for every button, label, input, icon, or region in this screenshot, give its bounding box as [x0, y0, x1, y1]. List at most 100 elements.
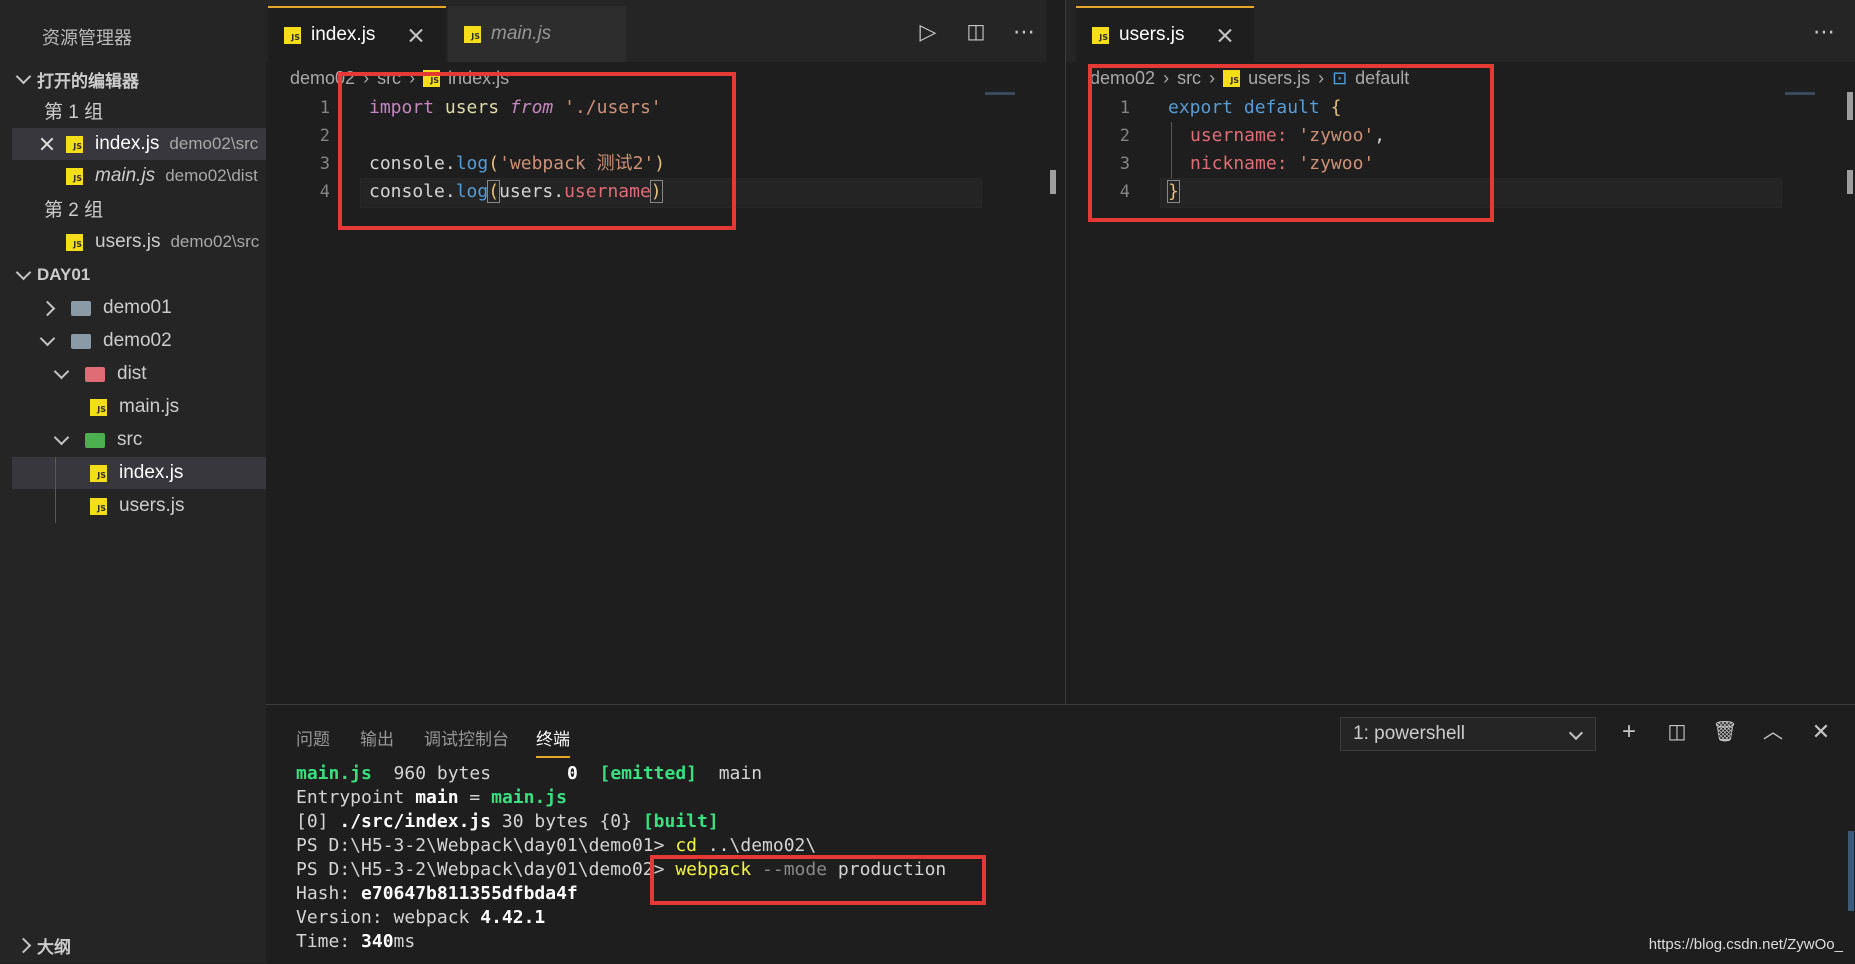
file-name: main.js — [95, 165, 156, 186]
tree-label: demo01 — [103, 297, 172, 318]
tree-item-index-js[interactable]: JS index.js — [12, 457, 266, 489]
tree-label: src — [117, 429, 143, 450]
tree-label: dist — [117, 363, 147, 384]
tree-item-main-js[interactable]: JS main.js — [12, 391, 266, 423]
tab-debug-console[interactable]: 调试控制台 — [424, 725, 509, 750]
tree-label: users.js — [119, 495, 185, 516]
open-editors-header[interactable]: 打开的编辑器 — [15, 64, 139, 94]
editor2-tabbar: JS users.js ⋯ — [1066, 0, 1855, 62]
scrollbar[interactable] — [1050, 170, 1056, 194]
tree-label: index.js — [119, 462, 184, 483]
workspace-header[interactable]: DAY01 — [15, 260, 90, 290]
file-path: demo02\src — [170, 232, 260, 251]
code-line: username: 'zywoo', — [1190, 125, 1386, 146]
bottom-panel: 问题 输出 调试控制台 终端 1: powershell + ◫ 🗑 ︿ ✕ m… — [266, 704, 1855, 964]
close-icon[interactable] — [1218, 28, 1232, 42]
tab-main-js[interactable]: JS main.js — [448, 6, 626, 62]
file-path: demo02\dist — [165, 166, 258, 185]
terminal-line: Version: webpack 4.42.1 — [296, 907, 546, 928]
explorer-title: 资源管理器 — [42, 28, 132, 48]
js-file-icon: JS — [1223, 69, 1241, 87]
dist-folder-icon — [85, 366, 105, 382]
tab-output[interactable]: 输出 — [360, 725, 394, 750]
scrollbar[interactable] — [1847, 92, 1853, 120]
terminal-scrollbar[interactable] — [1848, 831, 1854, 911]
code-line: export default { — [1168, 97, 1342, 118]
tab-terminal[interactable]: 终端 — [536, 725, 570, 758]
line-number: 3 — [319, 154, 330, 174]
tree-item-demo01[interactable]: demo01 — [12, 292, 266, 324]
split-editor-icon[interactable]: ◫ — [964, 20, 988, 44]
code-line: console.log('webpack 测试2') — [369, 153, 666, 174]
tab-users-js[interactable]: JS users.js — [1076, 6, 1254, 62]
terminal-line: Hash: e70647b811355dfbda4f — [296, 883, 578, 904]
breadcrumb: demo02 › src › JS users.js › ⊡ default — [1090, 66, 1409, 90]
breadcrumb-item[interactable]: default — [1355, 68, 1409, 89]
minimap[interactable] — [1785, 92, 1815, 95]
close-icon[interactable]: ✕ — [1808, 719, 1834, 745]
group2-label: 第 2 组 — [44, 199, 104, 221]
chevron-down-icon — [39, 330, 56, 346]
outline-header[interactable]: 大纲 — [15, 930, 71, 960]
chevron-up-icon[interactable]: ︿ — [1760, 719, 1786, 745]
line-number: 1 — [319, 98, 330, 118]
breadcrumb-separator: › — [1163, 67, 1170, 88]
js-file-icon: JS — [66, 233, 83, 251]
chevron-down-icon — [1568, 725, 1584, 741]
js-file-icon: JS — [66, 167, 83, 185]
more-actions-icon[interactable]: ⋯ — [1012, 20, 1036, 44]
minimap[interactable] — [985, 92, 1015, 95]
tree-item-users-js[interactable]: JS users.js — [12, 490, 266, 522]
indent-guide — [55, 457, 56, 523]
breadcrumb-item[interactable]: demo02 — [290, 68, 355, 89]
terminal-line: Time: 340ms — [296, 931, 416, 952]
open-editor-users-js[interactable]: JS users.js demo02\src — [12, 226, 266, 258]
js-file-icon: JS — [90, 398, 107, 416]
indent-guide — [1171, 122, 1172, 178]
js-file-icon: JS — [66, 135, 83, 153]
line-number: 4 — [1119, 182, 1130, 202]
file-name: index.js — [95, 133, 160, 154]
scrollbar[interactable] — [1847, 170, 1853, 194]
tree-item-src[interactable]: src — [12, 424, 266, 456]
close-icon[interactable] — [39, 136, 55, 152]
breadcrumb-item[interactable]: index.js — [448, 68, 509, 89]
breadcrumb-item[interactable]: demo02 — [1090, 68, 1155, 89]
breadcrumb-item[interactable]: src — [377, 68, 401, 89]
open-editor-index-js[interactable]: JS index.js demo02\src — [12, 128, 266, 160]
js-file-icon: JS — [284, 26, 301, 44]
breadcrumb-item[interactable]: users.js — [1248, 68, 1310, 89]
line-number: 1 — [1119, 98, 1130, 118]
line-number: 2 — [319, 126, 330, 146]
plus-icon[interactable]: + — [1616, 719, 1642, 745]
chevron-right-icon — [15, 937, 32, 953]
trash-icon[interactable]: 🗑 — [1712, 719, 1738, 745]
tree-label: demo02 — [103, 330, 172, 351]
src-folder-icon — [85, 432, 105, 448]
breadcrumb-item[interactable]: src — [1177, 68, 1201, 89]
tab-problems[interactable]: 问题 — [296, 725, 330, 750]
folder-open-icon — [71, 333, 91, 349]
close-icon[interactable] — [409, 28, 423, 42]
terminal-select[interactable]: 1: powershell — [1340, 717, 1596, 751]
tab-label: main.js — [491, 23, 552, 44]
tab-index-js[interactable]: JS index.js — [268, 6, 446, 62]
folder-icon — [71, 300, 91, 316]
split-terminal-icon[interactable]: ◫ — [1664, 719, 1690, 745]
terminal-line: PS D:\H5-3-2\Webpack\day01\demo02> webpa… — [296, 859, 947, 880]
line-number: 4 — [319, 182, 330, 202]
editor-divider — [1065, 0, 1066, 704]
file-name: users.js — [95, 231, 161, 252]
run-icon[interactable]: ▷ — [916, 20, 940, 44]
js-file-icon: JS — [1092, 26, 1109, 44]
tree-item-demo02[interactable]: demo02 — [12, 325, 266, 357]
js-file-icon: JS — [464, 25, 481, 43]
more-actions-icon[interactable]: ⋯ — [1812, 20, 1836, 44]
js-file-icon: JS — [423, 69, 441, 87]
tree-item-dist[interactable]: dist — [12, 358, 266, 390]
tab-label: users.js — [1119, 24, 1185, 45]
explorer-sidebar: 资源管理器 打开的编辑器 第 1 组 JS index.js demo02\sr… — [0, 0, 266, 963]
symbol-icon: ⊡ — [1332, 67, 1348, 88]
open-editor-main-js[interactable]: JS main.js demo02\dist — [12, 160, 266, 192]
breadcrumb-separator: › — [1209, 67, 1216, 88]
